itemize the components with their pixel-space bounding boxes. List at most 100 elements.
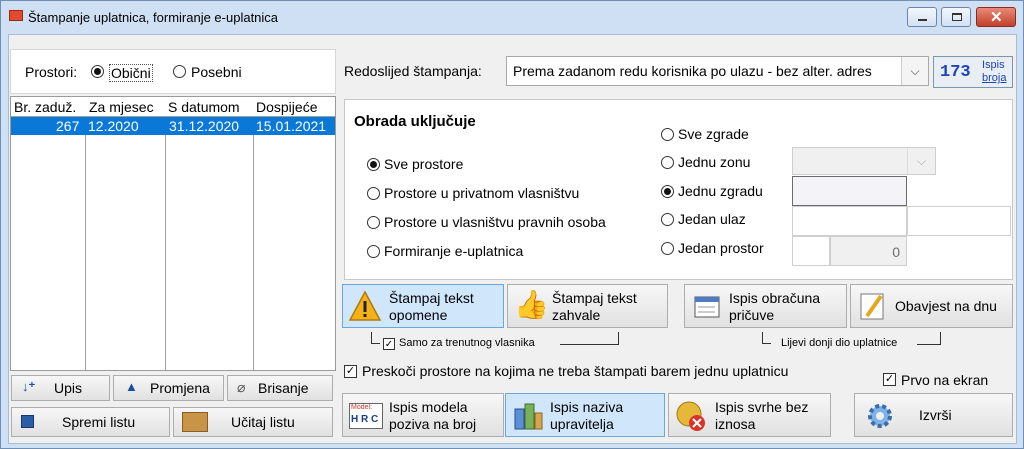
svrhe-line1: Ispis svrhe bez xyxy=(715,399,809,415)
obracuna-line1: Ispis obračuna xyxy=(729,290,821,306)
samo-vlasnika-label[interactable]: Samo za trenutnog vlasnika xyxy=(399,337,535,349)
bracket-left xyxy=(371,332,380,344)
window-title: Štampanje uplatnica, formiranje e-uplatn… xyxy=(28,10,279,25)
radio-jednu-zonu-label[interactable]: Jednu zonu xyxy=(678,154,750,170)
header-br-zaduz[interactable]: Br. zaduž. xyxy=(14,99,76,115)
prostori-group: Prostori: Obični Posebni xyxy=(10,49,336,94)
radio-privatno-label[interactable]: Prostore u privatnom vlasništvu xyxy=(384,185,579,201)
promjena-button[interactable]: ▲ Promjena xyxy=(113,375,224,401)
chevron-down-icon: ⌵ xyxy=(907,148,935,174)
izvrsi-label: Izvrši xyxy=(919,407,952,423)
ispis-svrhe-button[interactable]: Ispis svrhe bez iznosa xyxy=(668,393,831,437)
upis-label: Upis xyxy=(54,380,83,396)
close-button[interactable]: ✕ xyxy=(976,7,1016,27)
radio-jedan-ulaz-label[interactable]: Jedan ulaz xyxy=(678,211,746,227)
svrhe-line2: iznosa xyxy=(715,416,756,432)
zgrada-field[interactable] xyxy=(792,176,907,206)
opomene-line2: opomene xyxy=(389,307,448,323)
column-divider xyxy=(165,97,166,370)
ucitaj-listu-label: Učitaj listu xyxy=(231,414,295,430)
redoslijed-dropdown[interactable]: Prema zadanom redu korisnika po ulazu - … xyxy=(506,56,929,86)
prostori-label: Prostori: xyxy=(25,64,78,80)
warning-icon xyxy=(348,290,382,321)
upis-button[interactable]: ↓⁺ Upis xyxy=(11,375,110,401)
cell-datum: 31.12.2020 xyxy=(169,118,240,134)
spremi-listu-button[interactable]: Spremi listu xyxy=(11,407,170,437)
radio-jednu-zgradu-label[interactable]: Jednu zgradu xyxy=(678,183,763,199)
lijevi-donji-label: Lijevi donji dio uplatnice xyxy=(781,337,898,349)
bracket-right xyxy=(940,332,941,345)
table-row[interactable]: 267 12.2020 31.12.2020 15.01.2021 xyxy=(11,117,335,135)
radio-privatno[interactable] xyxy=(367,187,380,200)
eraser-icon: ⌀ xyxy=(237,379,246,395)
preskoci-label[interactable]: Preskoči prostore na kojima ne treba šta… xyxy=(362,363,788,379)
radio-posebni-label[interactable]: Posebni xyxy=(191,64,242,80)
zahvale-line1: Štampaj tekst xyxy=(552,290,637,306)
opomene-line1: Štampaj tekst xyxy=(389,290,474,306)
title-bar: Štampanje uplatnica, formiranje e-uplatn… xyxy=(1,1,1023,33)
header-s-datumom[interactable]: S datumom xyxy=(168,99,240,115)
ispis-naziva-button[interactable]: Ispis naziva upravitelja xyxy=(505,393,665,437)
radio-posebni[interactable] xyxy=(173,65,186,78)
column-divider xyxy=(85,97,86,370)
obavijest-button[interactable]: Obavjest na dnu xyxy=(850,284,1013,328)
prostor-value-field[interactable]: 0 xyxy=(830,236,907,266)
brisanje-button[interactable]: ⌀ Brisanje xyxy=(227,375,333,401)
radio-jedan-prostor[interactable] xyxy=(661,242,674,255)
radio-e-uplatnica-label[interactable]: Formiranje e-uplatnica xyxy=(384,243,523,259)
maximize-icon xyxy=(952,13,962,21)
maximize-button[interactable] xyxy=(941,7,971,27)
minimize-button[interactable] xyxy=(907,7,937,27)
bracket-line xyxy=(560,344,618,345)
ispis-broja-label-2: broja xyxy=(982,72,1007,84)
header-dospijece[interactable]: Dospijeće xyxy=(256,99,317,115)
save-icon xyxy=(21,415,34,428)
ispis-modela-button[interactable]: Model: H R C Ispis modela poziva na broj xyxy=(342,393,504,437)
radio-pravne-osobe[interactable] xyxy=(367,216,380,229)
cell-br: 267 xyxy=(56,118,80,134)
table-header: Br. zaduž. Za mjesec S datumom Dospijeće xyxy=(11,97,335,117)
bracket-left xyxy=(762,332,771,344)
radio-obicni-label[interactable]: Obični xyxy=(109,64,153,82)
add-arrow-icon: ↓⁺ xyxy=(22,379,36,394)
buildings-icon xyxy=(514,403,543,430)
zaduzenja-table[interactable]: Br. zaduž. Za mjesec S datumom Dospijeće… xyxy=(10,96,336,371)
open-box-icon xyxy=(182,412,208,432)
model-icon-letters: H R C xyxy=(351,414,379,425)
radio-sve-prostore-label[interactable]: Sve prostore xyxy=(384,156,463,172)
prvo-na-ekran-checkbox[interactable]: ✓ xyxy=(883,373,896,386)
prostor-field-1[interactable] xyxy=(792,236,830,266)
radio-jedan-prostor-label[interactable]: Jedan prostor xyxy=(678,240,764,256)
stampaj-zahvale-button[interactable]: 👍 Štampaj tekst zahvale xyxy=(507,284,668,328)
ispis-obracuna-button[interactable]: Ispis obračuna pričuve xyxy=(684,284,847,328)
ispis-broja-button[interactable]: 173 Ispis broja xyxy=(933,56,1013,88)
izvrsi-button[interactable]: Izvrši xyxy=(854,393,1013,437)
pencil-note-icon xyxy=(860,293,884,320)
prvo-na-ekran-label[interactable]: Prvo na ekran xyxy=(901,372,988,388)
cell-dospijece: 15.01.2021 xyxy=(256,118,327,134)
bracket-line xyxy=(917,344,940,345)
radio-obicni[interactable] xyxy=(91,65,104,78)
ucitaj-listu-button[interactable]: Učitaj listu xyxy=(173,407,333,437)
spremi-listu-label: Spremi listu xyxy=(62,414,136,430)
radio-sve-prostore[interactable] xyxy=(367,158,380,171)
radio-jedan-ulaz[interactable] xyxy=(661,213,674,226)
minimize-icon xyxy=(918,19,927,21)
radio-jednu-zonu[interactable] xyxy=(661,156,674,169)
chevron-down-icon[interactable]: ⌵ xyxy=(901,57,928,85)
radio-jednu-zgradu[interactable] xyxy=(661,185,674,198)
header-za-mjesec[interactable]: Za mjesec xyxy=(89,99,154,115)
radio-sve-zgrade[interactable] xyxy=(661,128,674,141)
zona-dropdown[interactable]: ⌵ xyxy=(792,147,936,175)
preskoci-checkbox[interactable]: ✓ xyxy=(344,365,357,378)
coin-cancel-icon xyxy=(676,401,705,431)
ulaz-field-1[interactable] xyxy=(792,206,907,236)
radio-e-uplatnica[interactable] xyxy=(367,245,380,258)
radio-pravne-osobe-label[interactable]: Prostore u vlasništvu pravnih osoba xyxy=(384,214,606,230)
obavijest-label: Obavjest na dnu xyxy=(895,298,997,314)
radio-sve-zgrade-label[interactable]: Sve zgrade xyxy=(678,126,749,142)
samo-vlasnika-checkbox[interactable]: ✓ xyxy=(383,338,395,350)
ulaz-field-2[interactable] xyxy=(907,206,1011,236)
zahvale-line2: zahvale xyxy=(552,307,601,323)
stampaj-opomene-button[interactable]: Štampaj tekst opomene xyxy=(342,284,504,328)
